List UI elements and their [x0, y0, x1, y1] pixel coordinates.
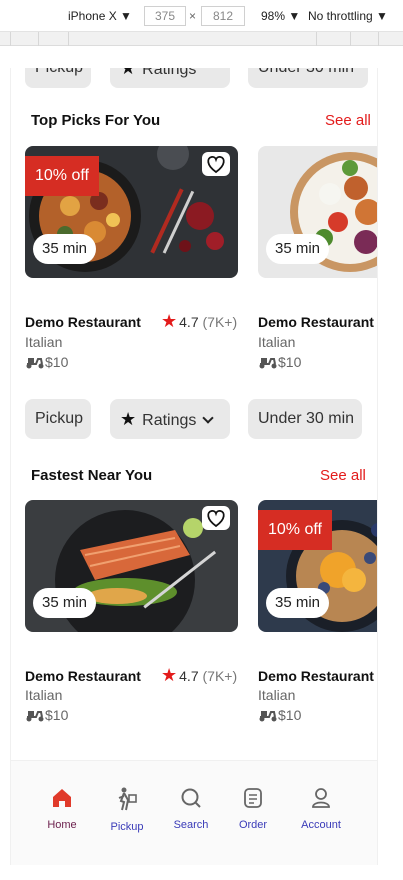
phone-viewport: Pickup ★ Ratings Under 30 min Top Picks F… [10, 68, 378, 865]
chip-label: Under 30 min [258, 410, 355, 427]
restaurant-price: $10 [258, 707, 301, 723]
nav-label: Home [47, 819, 77, 831]
height-input[interactable]: 812 [201, 6, 245, 26]
price-value: $10 [45, 354, 69, 370]
nav-account[interactable]: Account [289, 787, 353, 831]
see-all-link[interactable]: See all [320, 467, 366, 484]
delivery-time-pill: 35 min [266, 588, 330, 618]
scooter-icon [259, 358, 277, 369]
price-value: $10 [45, 707, 69, 723]
heart-icon [207, 510, 225, 528]
restaurant-name[interactable]: Demo Restaurant [258, 314, 374, 330]
offer-badge: 10% off [258, 510, 332, 550]
nav-home[interactable]: Home [30, 787, 94, 831]
section-title-fastest: Fastest Near You [31, 467, 153, 484]
heart-icon [207, 156, 225, 174]
zoom-select[interactable]: 98% ▼ [261, 8, 300, 24]
restaurant-name[interactable]: Demo Restaurant [25, 668, 141, 684]
device-select[interactable]: iPhone X ▼ [68, 8, 132, 24]
chip-pickup[interactable]: Pickup [25, 399, 91, 439]
rating-value: 4.7 [179, 314, 199, 330]
restaurant-name[interactable]: Demo Restaurant [258, 668, 374, 684]
star-icon: ★ [120, 68, 137, 78]
restaurant-name[interactable]: Demo Restaurant [25, 314, 141, 330]
nav-label: Order [238, 819, 268, 831]
rating-count: (7K+) [202, 314, 238, 330]
media-query-ruler [0, 32, 403, 46]
throttle-select[interactable]: No throttling ▼ [308, 8, 388, 24]
restaurant-price: $10 [25, 354, 68, 370]
chip-under-30-min[interactable]: Under 30 min [248, 399, 362, 439]
chip-ratings-top[interactable]: ★ Ratings [110, 68, 230, 88]
devtools-toolbar: iPhone X ▼ 375 × 812 98% ▼ No throttling… [0, 0, 403, 32]
nav-pickup[interactable]: Pickup [95, 787, 159, 833]
search-icon [181, 788, 201, 808]
restaurant-rating: ★ 4.7 (7K+) [161, 665, 237, 686]
see-all-link[interactable]: See all [325, 112, 371, 129]
home-icon [53, 789, 71, 807]
star-icon: ★ [161, 665, 178, 685]
restaurant-cuisine: Italian [258, 334, 296, 350]
bottom-navigation: Home Pickup Search Order Account [11, 760, 377, 865]
nav-order[interactable]: Order [221, 787, 285, 831]
favorite-button[interactable] [202, 506, 230, 530]
section-title-top-picks: Top Picks For You [31, 112, 161, 129]
price-value: $10 [278, 354, 302, 370]
restaurant-price: $10 [25, 707, 68, 723]
account-icon [312, 788, 330, 808]
chip-label: Ratings [142, 412, 197, 429]
restaurant-price: $10 [258, 354, 301, 370]
order-icon [244, 788, 262, 808]
nav-label: Pickup [110, 821, 144, 833]
price-value: $10 [278, 707, 302, 723]
delivery-time-pill: 35 min [33, 234, 97, 264]
width-input[interactable]: 375 [144, 6, 186, 26]
scooter-icon [259, 711, 277, 722]
dimension-separator: × [189, 9, 197, 23]
star-icon: ★ [161, 311, 178, 331]
chip-under30-top[interactable]: Under 30 min [248, 68, 368, 88]
chip-label: Pickup [35, 410, 84, 427]
star-icon: ★ [120, 409, 137, 429]
restaurant-cuisine: Italian [25, 334, 63, 350]
chip-label: Pickup [35, 68, 83, 76]
restaurant-cuisine: Italian [258, 687, 296, 703]
delivery-time-pill: 35 min [33, 588, 97, 618]
nav-label: Search [173, 819, 209, 831]
chip-ratings[interactable]: ★ Ratings [110, 399, 230, 439]
rating-value: 4.7 [179, 668, 199, 684]
chip-label: Under 30 min [258, 68, 354, 76]
pickup-person-icon [118, 787, 137, 811]
scooter-icon [26, 711, 44, 722]
restaurant-rating: ★ 4.7 (7K+) [161, 311, 237, 332]
chevron-down-icon [202, 412, 215, 424]
chip-label: Ratings [142, 68, 197, 78]
favorite-button[interactable] [202, 152, 230, 176]
delivery-time-pill: 35 min [266, 234, 330, 264]
nav-search[interactable]: Search [159, 787, 223, 831]
restaurant-cuisine: Italian [25, 687, 63, 703]
nav-label: Account [301, 819, 341, 831]
offer-badge: 10% off [25, 156, 99, 196]
scooter-icon [26, 358, 44, 369]
chip-pickup-top[interactable]: Pickup [25, 68, 91, 88]
rating-count: (7K+) [202, 668, 238, 684]
